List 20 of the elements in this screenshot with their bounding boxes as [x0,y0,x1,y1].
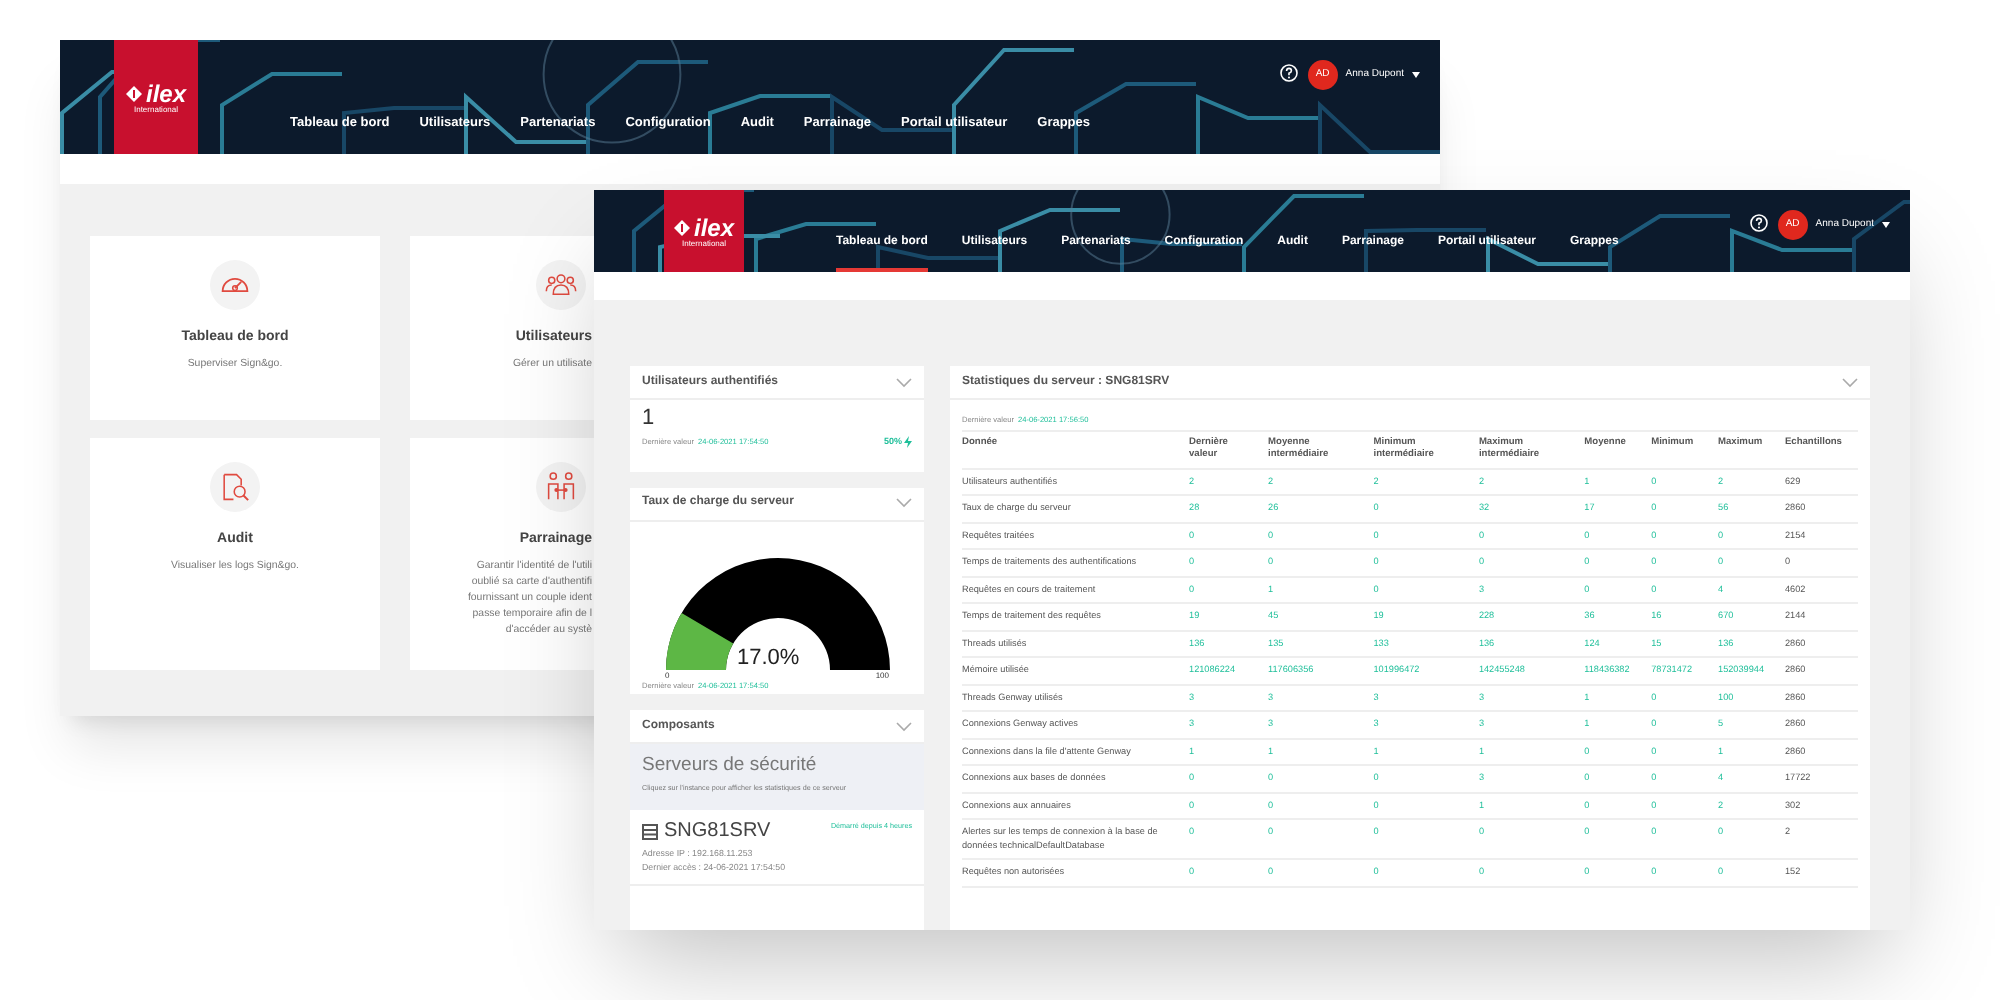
chevron-icon [1842,377,1858,387]
document-search-icon [218,470,252,504]
server-icon [642,824,658,841]
metric-value: 1 [642,408,657,430]
caret-icon [1412,72,1420,78]
logo-text: ilex [145,81,186,105]
chevron-icon [896,721,912,731]
diamond-icon [125,85,142,101]
logo-text: ilex [693,215,734,239]
chevron-icon [896,377,912,387]
diamond-icon [673,219,690,235]
server-name: SNG81SRV [664,822,771,843]
people-link-icon [544,470,578,504]
bolt-icon [904,436,912,449]
gauge-reading: 17.0% [735,648,802,671]
caret-icon [1882,222,1890,228]
help-icon [1279,64,1298,82]
chevron-icon [896,498,912,509]
help-icon [1749,214,1768,232]
section-title: Serveurs de sécurité [642,754,819,778]
